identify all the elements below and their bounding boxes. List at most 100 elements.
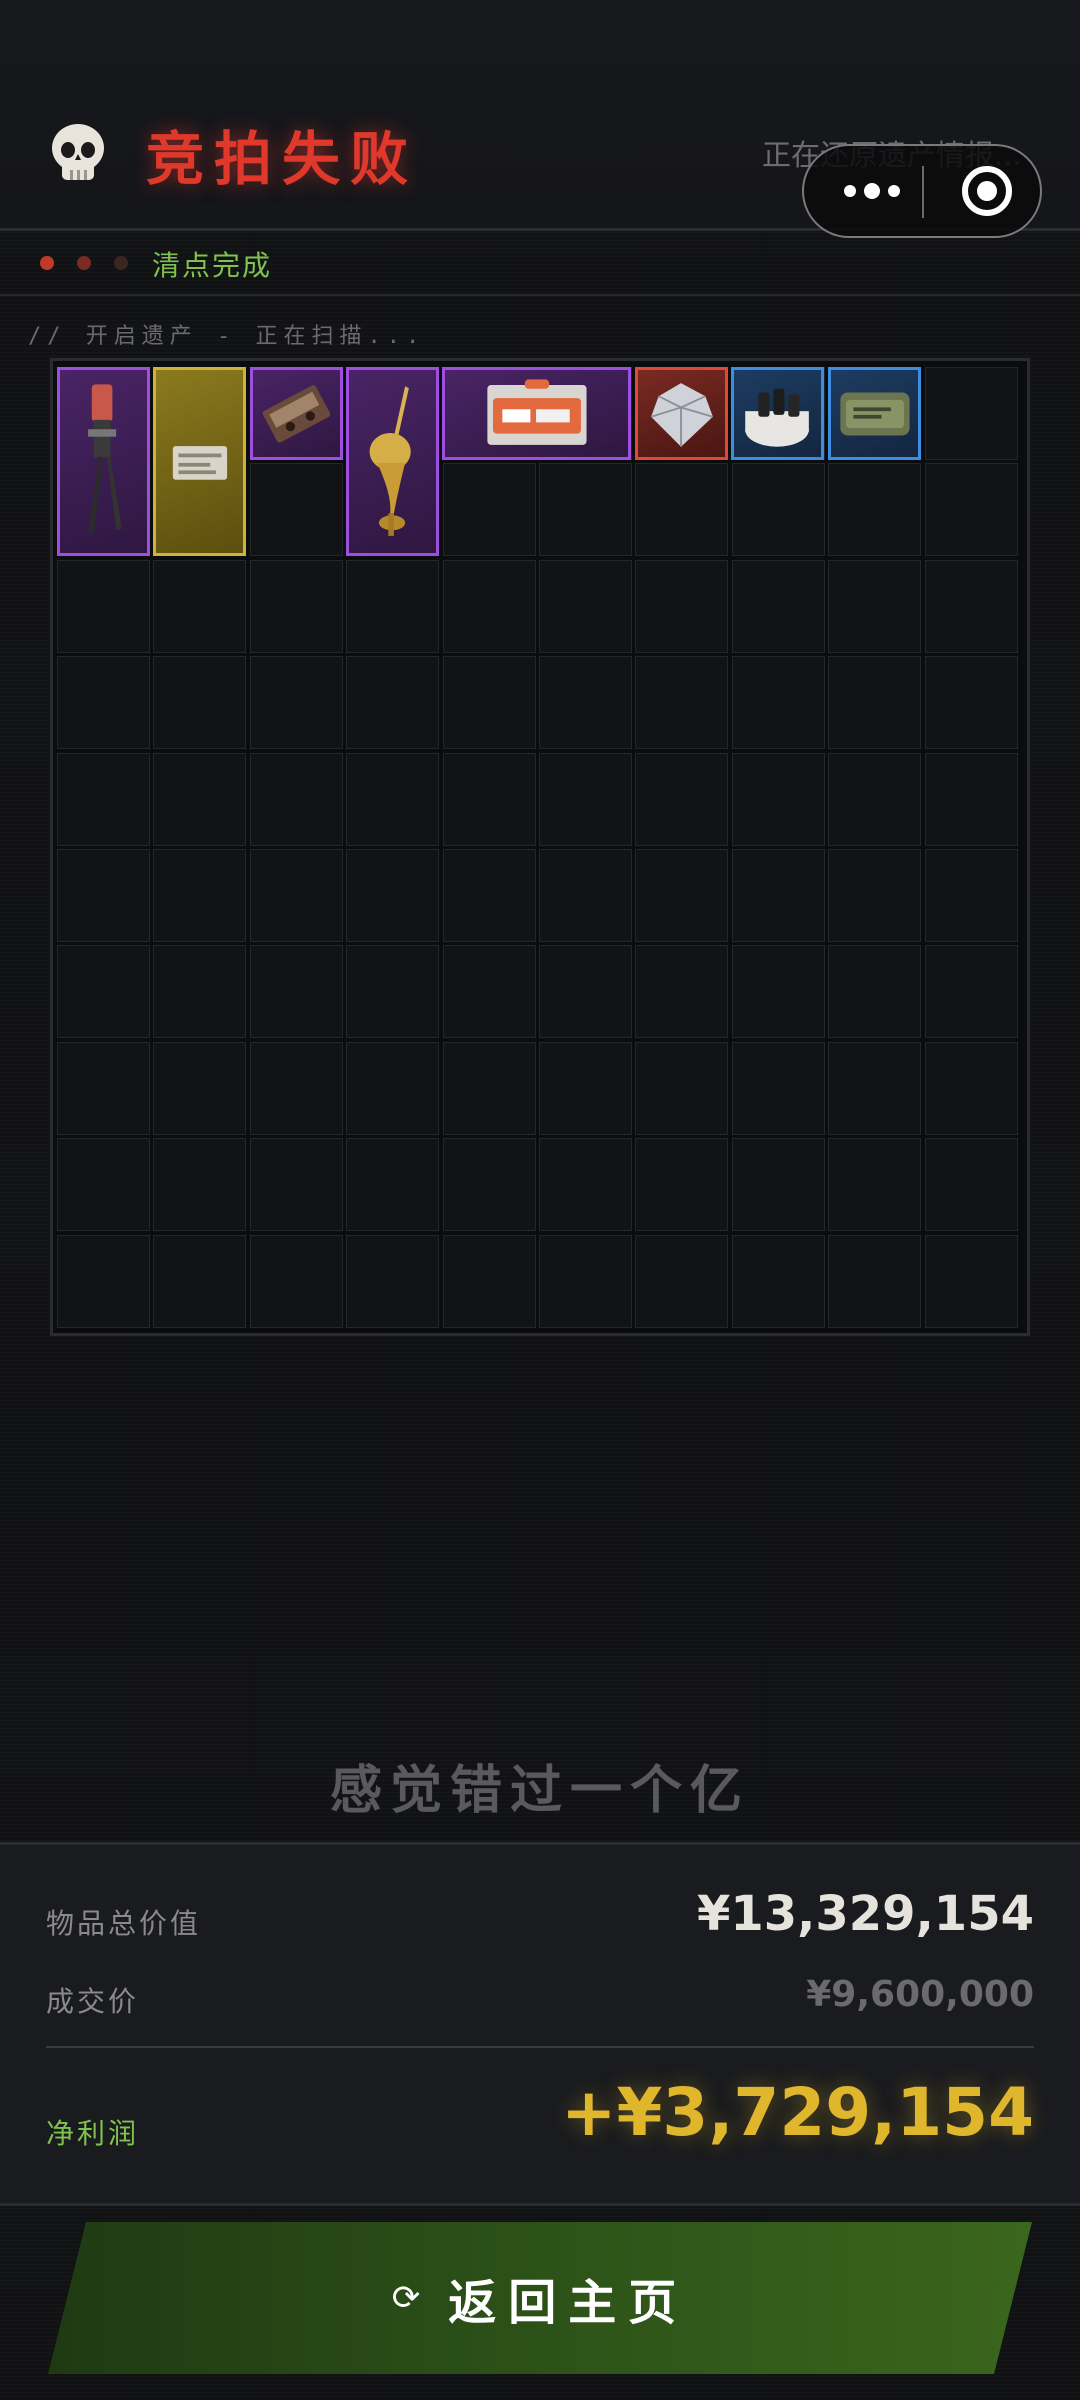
grid-slot[interactable] xyxy=(924,752,1018,846)
grid-slot[interactable] xyxy=(442,1234,536,1328)
grid-slot[interactable] xyxy=(924,945,1018,1039)
grid-slot[interactable] xyxy=(539,1041,632,1135)
grid-slot[interactable] xyxy=(828,656,922,750)
grid-slot[interactable] xyxy=(924,559,1018,653)
return-home-button[interactable]: ⟳ 返回主页 xyxy=(48,2222,1032,2374)
grid-slot[interactable] xyxy=(57,945,150,1039)
grid-slot[interactable] xyxy=(828,849,922,942)
grid-slot[interactable] xyxy=(731,849,825,942)
grid-slot[interactable] xyxy=(924,1041,1018,1135)
grid-slot[interactable] xyxy=(57,1234,150,1328)
grid-slot[interactable] xyxy=(539,752,632,846)
grid-slot[interactable] xyxy=(731,656,825,750)
grid-slot[interactable] xyxy=(731,559,825,653)
grid-slot[interactable] xyxy=(828,463,922,557)
grid-slot[interactable] xyxy=(924,367,1018,460)
diamond-item[interactable] xyxy=(635,367,728,460)
grid-slot[interactable] xyxy=(153,752,247,846)
grid-slot[interactable] xyxy=(57,849,150,942)
grid-slot[interactable] xyxy=(924,656,1018,750)
grid-slot[interactable] xyxy=(57,1041,150,1135)
pipe-wrench-item[interactable] xyxy=(57,367,150,556)
grid-slot[interactable] xyxy=(828,559,922,653)
grid-slot[interactable] xyxy=(346,1234,440,1328)
grid-slot[interactable] xyxy=(249,1234,343,1328)
grid-slot[interactable] xyxy=(635,1234,729,1328)
grid-slot[interactable] xyxy=(924,463,1018,557)
grid-slot[interactable] xyxy=(731,1041,825,1135)
grid-slot[interactable] xyxy=(635,463,729,557)
grid-slot[interactable] xyxy=(346,849,440,942)
grid-slot[interactable] xyxy=(249,559,343,653)
grid-slot[interactable] xyxy=(346,1138,440,1232)
gold-card-item[interactable] xyxy=(153,367,246,556)
grid-slot[interactable] xyxy=(249,1138,343,1232)
grid-slot[interactable] xyxy=(249,656,343,750)
grid-slot[interactable] xyxy=(346,752,440,846)
grid-slot[interactable] xyxy=(539,559,632,653)
grid-slot[interactable] xyxy=(249,463,343,557)
grid-slot[interactable] xyxy=(153,849,247,942)
grid-slot[interactable] xyxy=(346,1041,440,1135)
grid-slot[interactable] xyxy=(153,559,247,653)
grid-slot[interactable] xyxy=(635,1138,729,1232)
grid-slot[interactable] xyxy=(539,1138,632,1232)
grid-slot[interactable] xyxy=(249,945,343,1039)
grid-slot[interactable] xyxy=(635,656,729,750)
grid-slot[interactable] xyxy=(731,945,825,1039)
grid-slot[interactable] xyxy=(924,849,1018,942)
grid-slot[interactable] xyxy=(249,752,343,846)
grid-slot[interactable] xyxy=(828,1234,922,1328)
grid-slot[interactable] xyxy=(153,1041,247,1135)
grid-slot[interactable] xyxy=(828,752,922,846)
grid-slot[interactable] xyxy=(539,463,632,557)
golden-statue-item[interactable] xyxy=(346,367,439,556)
canned-food-item[interactable] xyxy=(828,367,921,460)
grid-slot[interactable] xyxy=(153,1138,247,1232)
grid-slot[interactable] xyxy=(924,1138,1018,1232)
grid-slot[interactable] xyxy=(442,849,536,942)
grid-slot[interactable] xyxy=(442,1041,536,1135)
grid-slot[interactable] xyxy=(828,945,922,1039)
grid-slot[interactable] xyxy=(731,1234,825,1328)
grid-slot[interactable] xyxy=(828,1138,922,1232)
bottle-tray-item[interactable] xyxy=(731,367,824,460)
grid-slot[interactable] xyxy=(442,752,536,846)
edc-pack-item[interactable] xyxy=(442,367,631,460)
cassette-tape-item[interactable] xyxy=(250,367,343,460)
grid-slot[interactable] xyxy=(731,463,825,557)
grid-slot[interactable] xyxy=(153,656,247,750)
grid-slot[interactable] xyxy=(731,752,825,846)
grid-slot[interactable] xyxy=(346,559,440,653)
grid-slot[interactable] xyxy=(153,1234,247,1328)
grid-slot[interactable] xyxy=(924,1234,1018,1328)
grid-slot[interactable] xyxy=(57,752,150,846)
grid-slot[interactable] xyxy=(635,945,729,1039)
target-icon[interactable] xyxy=(962,166,1012,216)
grid-slot[interactable] xyxy=(828,1041,922,1135)
grid-slot[interactable] xyxy=(249,1041,343,1135)
grid-slot[interactable] xyxy=(249,849,343,942)
grid-slot[interactable] xyxy=(153,945,247,1039)
more-dots-icon[interactable] xyxy=(830,146,914,236)
grid-slot[interactable] xyxy=(346,945,440,1039)
grid-slot[interactable] xyxy=(346,656,440,750)
grid-slot[interactable] xyxy=(442,1138,536,1232)
miniprogram-capsule xyxy=(802,144,1042,238)
grid-slot[interactable] xyxy=(635,752,729,846)
grid-slot[interactable] xyxy=(635,1041,729,1135)
grid-slot[interactable] xyxy=(539,849,632,942)
grid-slot[interactable] xyxy=(731,1138,825,1232)
grid-slot[interactable] xyxy=(442,656,536,750)
grid-slot[interactable] xyxy=(539,656,632,750)
grid-slot[interactable] xyxy=(442,463,536,557)
grid-slot[interactable] xyxy=(539,945,632,1039)
grid-slot[interactable] xyxy=(57,656,150,750)
grid-slot[interactable] xyxy=(635,849,729,942)
grid-slot[interactable] xyxy=(57,559,150,653)
grid-slot[interactable] xyxy=(57,1138,150,1232)
grid-slot[interactable] xyxy=(539,1234,632,1328)
grid-slot[interactable] xyxy=(442,559,536,653)
grid-slot[interactable] xyxy=(442,945,536,1039)
grid-slot[interactable] xyxy=(635,559,729,653)
